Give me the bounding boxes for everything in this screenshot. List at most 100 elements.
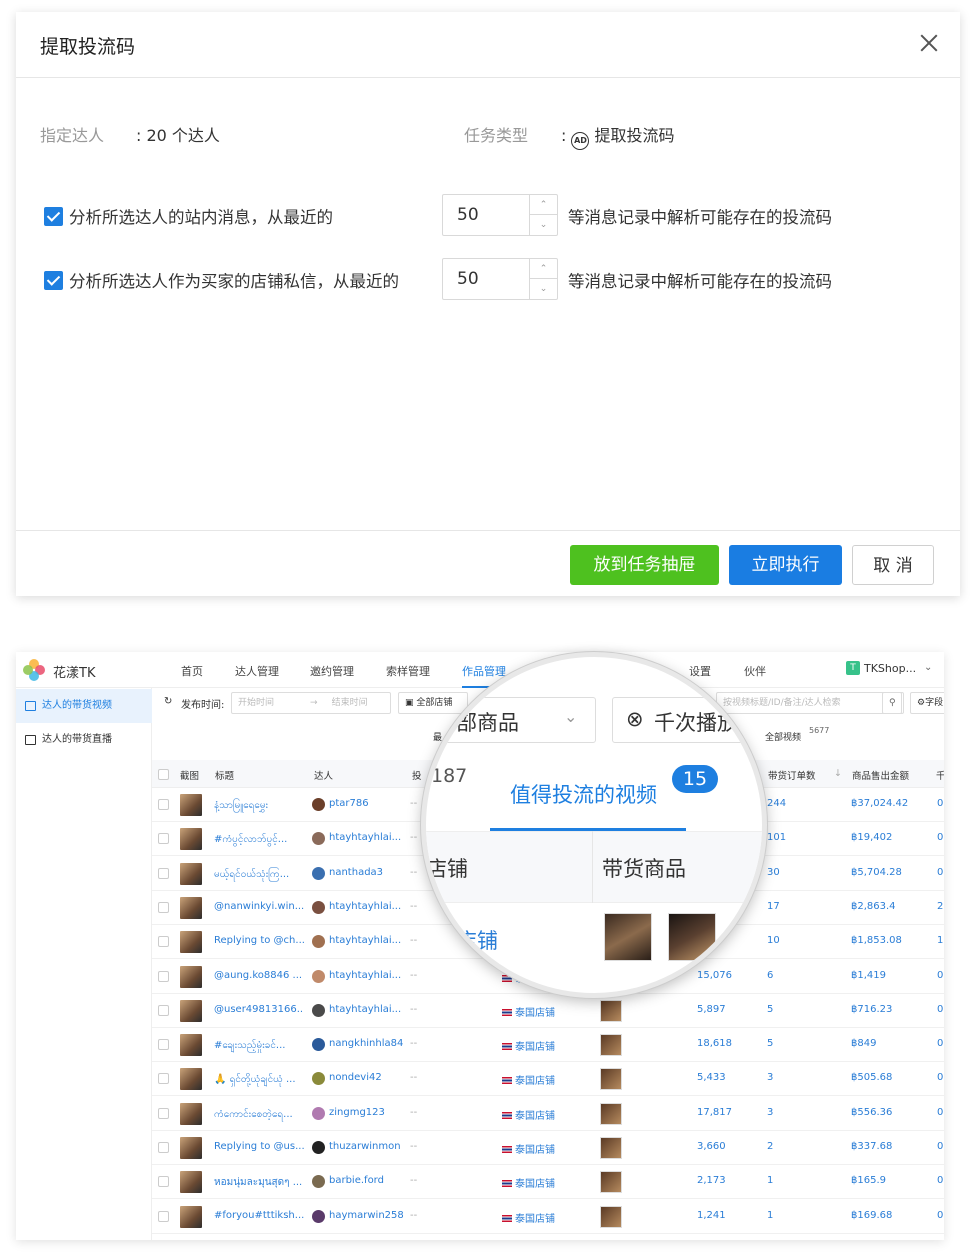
row-checkbox[interactable]: [158, 1004, 169, 1016]
video-title[interactable]: ကံကောင်းစေတဲ့ရေ...: [214, 1107, 304, 1122]
row-checkbox[interactable]: [158, 833, 169, 845]
chevron-up-icon[interactable]: ⌃: [530, 259, 557, 279]
checkbox-shop-dm[interactable]: [44, 270, 63, 290]
video-thumbnail[interactable]: [180, 999, 202, 1022]
count-value[interactable]: 50: [457, 205, 479, 225]
video-title[interactable]: @user49813166...: [214, 1004, 304, 1015]
video-thumbnail[interactable]: [180, 828, 202, 851]
add-to-drawer-button[interactable]: 放到任务抽屉: [570, 545, 719, 585]
table-row[interactable]: @user49813166... htayhtayhlai... -- 泰国店铺 5,8…: [152, 994, 944, 1028]
video-thumbnail[interactable]: [180, 1102, 202, 1125]
chevron-down-icon[interactable]: ⌄: [564, 707, 577, 726]
table-row[interactable]: 🙏 ရှင်တို့ယုံချင်ယုံ ... nondevi42 -- 泰国店铺 5…: [152, 1062, 944, 1097]
creator-name[interactable]: htayhtayhlai...: [329, 1004, 405, 1015]
creator-name[interactable]: nondevi42: [329, 1072, 405, 1083]
store-link[interactable]: 泰国店铺: [502, 1004, 555, 1019]
row-checkbox[interactable]: [158, 799, 169, 810]
nav-samples[interactable]: 索样管理: [386, 663, 430, 679]
video-thumbnail[interactable]: [180, 1137, 202, 1159]
video-thumbnail[interactable]: [180, 965, 202, 988]
table-row[interactable]: หอมนุ่มละมุนสุดๆ ... barbie.ford -- 泰国店铺 2,1…: [152, 1165, 944, 1200]
store-link[interactable]: 泰国店铺: [502, 1141, 555, 1156]
checkbox-station-messages[interactable]: [44, 206, 63, 226]
table-row[interactable]: ကံကောင်းစေတဲ့ရေ... zingmg123 -- 泰国店铺 17,817 3…: [152, 1097, 944, 1131]
video-title[interactable]: #ကံပွင့်လာဘ်ပွင့်...: [214, 832, 304, 847]
row-checkbox[interactable]: [158, 1073, 169, 1085]
video-thumbnail[interactable]: [180, 1205, 202, 1228]
sidebar-item-live[interactable]: 达人的带货直播: [16, 723, 152, 757]
creator-name[interactable]: htayhtayhlai...: [329, 970, 405, 981]
video-title[interactable]: หอมนุ่มละมุนสุดๆ ...: [214, 1175, 304, 1190]
count-stepper-2[interactable]: 50 ⌃ ⌄: [442, 258, 558, 300]
chevron-down-icon[interactable]: ⌄: [924, 662, 932, 673]
creator-name[interactable]: htayhtayhlai...: [329, 901, 405, 912]
video-title[interactable]: @aung.ko8846 ...: [214, 970, 304, 981]
product-image[interactable]: [668, 913, 716, 961]
nav-home[interactable]: 首页: [181, 663, 203, 679]
col-sales[interactable]: 商品售出金额: [852, 768, 909, 782]
execute-now-button[interactable]: 立即执行: [729, 545, 842, 585]
product-image[interactable]: [600, 1034, 622, 1057]
count-value[interactable]: 50: [457, 269, 479, 289]
nav-invites[interactable]: 邀约管理: [310, 663, 354, 679]
product-image[interactable]: [604, 913, 652, 961]
fields-button[interactable]: ⚙字段: [910, 692, 944, 714]
store-link[interactable]: 泰国店铺: [502, 1072, 555, 1087]
creator-name[interactable]: zingmg123: [329, 1107, 405, 1118]
row-checkbox[interactable]: [158, 936, 169, 948]
video-title[interactable]: 🙏 ရှင်တို့ယုံချင်ယုံ ...: [214, 1072, 304, 1087]
sidebar-item-videos[interactable]: 达人的带货视频: [16, 689, 152, 723]
creator-name[interactable]: htayhtayhlai...: [329, 935, 405, 946]
product-image[interactable]: [600, 1102, 622, 1125]
creator-name[interactable]: thuzarwinmon: [329, 1141, 405, 1152]
creator-name[interactable]: haymarwin258: [329, 1210, 405, 1221]
video-thumbnail[interactable]: [180, 896, 202, 919]
creator-name[interactable]: nangkhinhla84: [329, 1038, 405, 1049]
search-icon[interactable]: ⚲: [882, 692, 904, 714]
row-checkbox[interactable]: [158, 1210, 169, 1222]
cancel-button[interactable]: 取 消: [852, 545, 934, 585]
zoom-store-link[interactable]: 店铺: [456, 925, 498, 955]
table-row[interactable]: #ချေးသည့်မှုံးခင်... nangkhinhla84 -- 泰国店铺 1…: [152, 1028, 944, 1063]
option-station-messages[interactable]: 分析所选达人的站内消息，从最近的: [44, 204, 333, 228]
row-checkbox[interactable]: [158, 1142, 169, 1153]
store-link[interactable]: 泰国店铺: [502, 1175, 555, 1190]
row-checkbox[interactable]: [158, 867, 169, 879]
video-title[interactable]: မယ့်ရင်ဝယ်သုံးကြ...: [214, 867, 304, 882]
chevron-down-icon[interactable]: ⌄: [530, 279, 557, 299]
store-link[interactable]: 泰国店铺: [502, 1107, 555, 1122]
video-thumbnail[interactable]: [180, 1171, 202, 1194]
product-image[interactable]: [600, 1137, 622, 1159]
date-range-input[interactable]: 开始时间 → 结束时间: [231, 692, 391, 714]
creator-name[interactable]: nanthada3: [329, 867, 405, 878]
product-image[interactable]: [600, 1171, 622, 1194]
video-thumbnail[interactable]: [180, 1034, 202, 1057]
product-image[interactable]: [600, 999, 622, 1022]
nav-partners[interactable]: 伙伴: [744, 663, 766, 679]
video-thumbnail[interactable]: [180, 931, 202, 954]
video-title[interactable]: Replying to @us...: [214, 1141, 304, 1152]
row-checkbox[interactable]: [158, 1039, 169, 1051]
table-row[interactable]: #foryou#tttiksh... haymarwin258 -- 泰国店铺 1,24…: [152, 1200, 944, 1234]
creator-name[interactable]: htayhtayhlai...: [329, 832, 405, 843]
video-thumbnail[interactable]: [180, 794, 202, 816]
nav-creators[interactable]: 达人管理: [235, 663, 279, 679]
product-image[interactable]: [600, 1068, 622, 1091]
shop-switcher[interactable]: T TKShop...: [846, 661, 916, 675]
col-orders[interactable]: 带货订单数: [768, 768, 816, 782]
sort-icon[interactable]: ↓: [834, 768, 842, 779]
row-checkbox[interactable]: [158, 1176, 169, 1188]
product-image[interactable]: [600, 1205, 622, 1228]
table-row[interactable]: Replying to @us... thuzarwinmon -- 泰国店铺 3,66…: [152, 1131, 944, 1165]
chevron-down-icon[interactable]: ⌄: [530, 215, 557, 235]
video-title[interactable]: #foryou#tttiksh...: [214, 1210, 304, 1221]
count-stepper-1[interactable]: 50 ⌃ ⌄: [442, 194, 558, 236]
row-checkbox[interactable]: [158, 1107, 169, 1119]
creator-name[interactable]: barbie.ford: [329, 1175, 405, 1186]
select-all-checkbox[interactable]: [158, 769, 169, 780]
row-checkbox[interactable]: [158, 970, 169, 982]
video-title[interactable]: @nanwinkyi.win...: [214, 901, 304, 912]
nav-settings[interactable]: 设置: [689, 663, 711, 679]
video-thumbnail[interactable]: [180, 1068, 202, 1091]
store-link[interactable]: 泰国店铺: [502, 1210, 555, 1225]
